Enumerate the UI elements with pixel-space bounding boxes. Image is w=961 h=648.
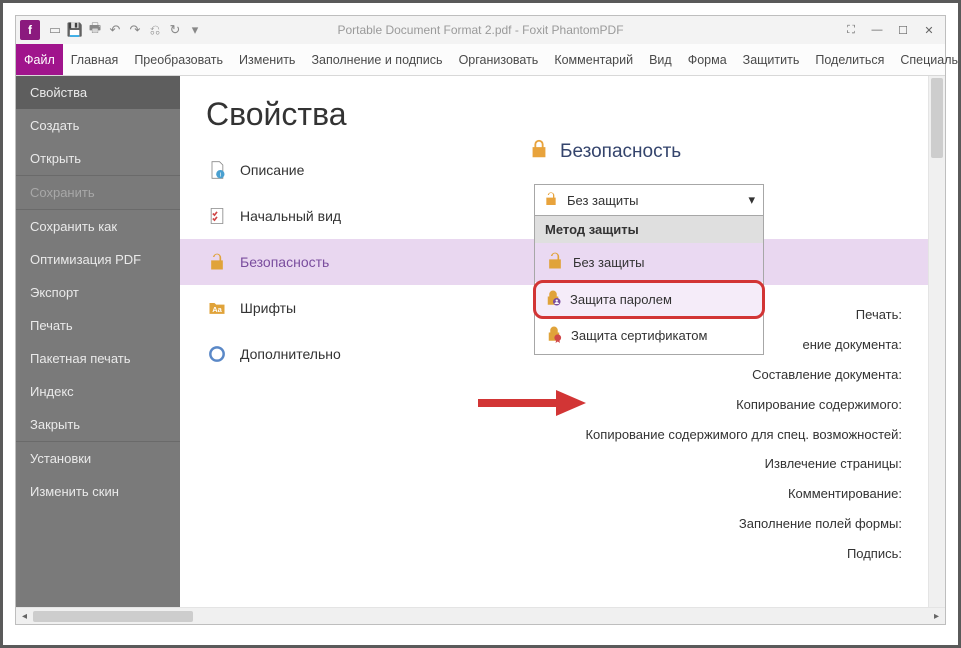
ribbon-tab-5[interactable]: Организовать xyxy=(451,44,547,75)
app-icon: f xyxy=(20,20,40,40)
sidebar-item-4[interactable]: Сохранить как xyxy=(16,210,180,243)
nav-item-label: Начальный вид xyxy=(240,208,341,224)
sidebar-item-1[interactable]: Создать xyxy=(16,109,180,142)
ribbon-tab-8[interactable]: Форма xyxy=(680,44,735,75)
annotation-arrow xyxy=(478,388,588,418)
quick-access-toolbar: ▭ 💾 🖶 ↶ ↷ ⎌ ↻ ▾ xyxy=(46,21,204,39)
gear-icon xyxy=(206,343,228,365)
sidebar-item-7[interactable]: Печать xyxy=(16,309,180,342)
scrollbar-thumb[interactable] xyxy=(931,78,943,158)
permission-label-8: Подпись: xyxy=(585,539,902,569)
nav-item-label: Дополнительно xyxy=(240,346,341,362)
sidebar-item-12[interactable]: Изменить скин xyxy=(16,475,180,503)
nav-item-label: Безопасность xyxy=(240,254,329,270)
ribbon-tab-6[interactable]: Комментарий xyxy=(546,44,641,75)
permission-label-7: Заполнение полей формы: xyxy=(585,509,902,539)
titlebar: f ▭ 💾 🖶 ↶ ↷ ⎌ ↻ ▾ Portable Document Form… xyxy=(16,16,945,44)
qat-undo2-icon[interactable]: ⎌ xyxy=(146,21,164,39)
chevron-down-icon: ▾ xyxy=(748,192,755,208)
qat-dropdown-icon[interactable]: ▾ xyxy=(186,21,204,39)
dropdown-option-label: Без защиты xyxy=(573,255,645,270)
sidebar-item-0[interactable]: Свойства xyxy=(16,76,180,109)
svg-text:Aa: Aa xyxy=(212,305,222,314)
ribbon-tab-11[interactable]: Специальные xyxy=(892,44,961,75)
horizontal-scrollbar[interactable]: ◂ ▸ xyxy=(16,607,945,624)
security-heading-label: Безопасность xyxy=(560,141,681,163)
dropdown-header: Метод защиты xyxy=(535,216,763,243)
scroll-left-icon[interactable]: ◂ xyxy=(16,608,33,625)
scrollbar-thumb[interactable] xyxy=(33,611,193,622)
nav-item-label: Описание xyxy=(240,162,304,178)
folder-font-icon: Aa xyxy=(206,297,228,319)
protection-combo[interactable]: Без защиты ▾ xyxy=(534,184,764,216)
lock-open-icon xyxy=(543,191,559,210)
ribbon-tab-1[interactable]: Главная xyxy=(63,44,127,75)
fullscreen-icon[interactable]: ⛶ xyxy=(839,20,863,40)
ribbon-tab-9[interactable]: Защитить xyxy=(735,44,808,75)
permission-label-3: Копирование содержимого: xyxy=(585,390,902,420)
dropdown-option-0[interactable]: Без защиты xyxy=(535,243,763,282)
qat-undo-icon[interactable]: ↶ xyxy=(106,21,124,39)
nav-item-label: Шрифты xyxy=(240,300,296,316)
qat-save-icon[interactable]: 💾 xyxy=(66,21,84,39)
doc-check-icon xyxy=(206,205,228,227)
lock-cert-icon xyxy=(545,325,563,346)
ribbon-tab-4[interactable]: Заполнение и подпись xyxy=(303,44,450,75)
ribbon-tabs: ФайлГлавнаяПреобразоватьИзменитьЗаполнен… xyxy=(16,44,945,76)
scrollbar-track[interactable] xyxy=(33,610,928,623)
ribbon-tab-2[interactable]: Преобразовать xyxy=(126,44,231,75)
sidebar-item-5[interactable]: Оптимизация PDF xyxy=(16,243,180,276)
backstage-sidebar: СвойстваСоздатьОткрытьСохранитьСохранить… xyxy=(16,76,180,607)
sidebar-item-9[interactable]: Индекс xyxy=(16,375,180,408)
sidebar-item-8[interactable]: Пакетная печать xyxy=(16,342,180,375)
permission-label-4: Копирование содержимого для спец. возмож… xyxy=(585,420,902,450)
security-heading: Безопасность xyxy=(528,138,848,166)
lock-open-icon xyxy=(545,251,565,274)
qat-print-icon[interactable]: 🖶 xyxy=(86,21,104,39)
sidebar-item-2[interactable]: Открыть xyxy=(16,142,180,175)
qat-redo-icon[interactable]: ↷ xyxy=(126,21,144,39)
dropdown-option-1[interactable]: Защита паролем xyxy=(533,280,765,319)
ribbon-tab-3[interactable]: Изменить xyxy=(231,44,303,75)
page-title: Свойства xyxy=(180,76,928,147)
ribbon-tab-7[interactable]: Вид xyxy=(641,44,680,75)
qat-open-icon[interactable]: ▭ xyxy=(46,21,64,39)
permissions-list: Печать:ение документа:Составление докуме… xyxy=(585,300,902,569)
doc-info-icon: i xyxy=(206,159,228,181)
permission-label-6: Комментирование: xyxy=(585,479,902,509)
combo-selected-label: Без защиты xyxy=(567,193,639,208)
sidebar-item-10[interactable]: Закрыть xyxy=(16,408,180,441)
vertical-scrollbar[interactable] xyxy=(928,76,945,607)
close-icon[interactable]: ✕ xyxy=(917,20,941,40)
ribbon-tab-10[interactable]: Поделиться xyxy=(807,44,892,75)
permission-label-5: Извлечение страницы: xyxy=(585,449,902,479)
backstage-content: Свойства i Описание Начальный вид Безопасно… xyxy=(180,76,928,607)
permission-label-1: ение документа: xyxy=(585,330,902,360)
permission-label-2: Составление документа: xyxy=(585,360,902,390)
dropdown-option-label: Защита паролем xyxy=(570,292,672,307)
ribbon-tab-0[interactable]: Файл xyxy=(16,44,63,75)
sidebar-item-6[interactable]: Экспорт xyxy=(16,276,180,309)
scroll-right-icon[interactable]: ▸ xyxy=(928,608,945,625)
qat-redo2-icon[interactable]: ↻ xyxy=(166,21,184,39)
sidebar-item-11[interactable]: Установки xyxy=(16,442,180,475)
lock-person-icon xyxy=(544,289,562,310)
minimize-icon[interactable]: ― xyxy=(865,20,889,40)
sidebar-item-3: Сохранить xyxy=(16,176,180,209)
lock-closed-icon xyxy=(528,138,550,166)
lock-open-icon xyxy=(206,251,228,273)
maximize-icon[interactable]: ☐ xyxy=(891,20,915,40)
